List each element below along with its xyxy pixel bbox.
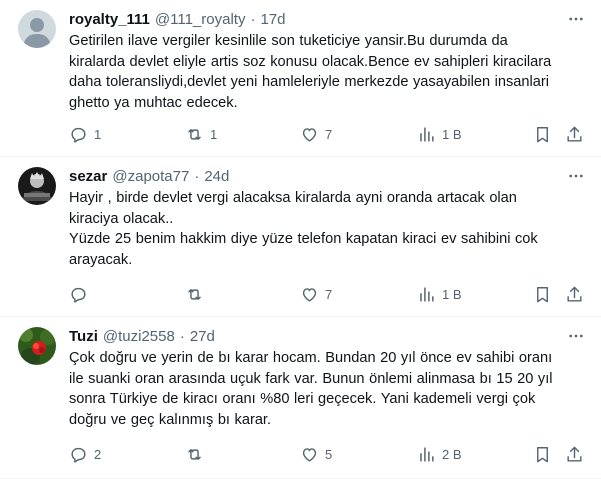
more-horizontal-icon <box>569 17 583 21</box>
user-handle[interactable]: @tuzi2558 <box>103 328 175 345</box>
tweet-actions: 7 1 B <box>69 284 585 304</box>
share-button[interactable] <box>565 285 584 304</box>
user-handle[interactable]: @111_royalty <box>155 11 246 28</box>
retweet-icon <box>188 448 201 460</box>
retweet-icon <box>188 128 201 140</box>
avatar[interactable] <box>18 327 56 365</box>
bookmark-button[interactable] <box>533 285 552 304</box>
more-options-button[interactable] <box>567 10 585 28</box>
reply-button[interactable]: 2 <box>69 445 101 464</box>
tweet-header: sezar @zapota77 · 24d <box>69 166 585 186</box>
views-count: 1 B <box>442 126 462 142</box>
like-button[interactable]: 7 <box>300 125 332 144</box>
share-button[interactable] <box>565 125 584 144</box>
share-icon <box>567 286 582 302</box>
tweet-actions: 1 1 7 1 B <box>69 124 585 144</box>
tweet-header: Tuzi @tuzi2558 · 27d <box>69 326 585 346</box>
retweet-icon <box>188 288 201 300</box>
display-name[interactable]: sezar <box>69 168 107 185</box>
share-icon <box>567 446 582 462</box>
reply-count: 1 <box>94 126 102 142</box>
reply-button[interactable] <box>69 285 94 304</box>
views-chart-icon <box>420 446 434 462</box>
reply-icon <box>71 127 86 143</box>
bookmark-icon <box>537 126 548 142</box>
separator-dot: · <box>250 10 256 28</box>
bookmark-button[interactable] <box>533 445 552 464</box>
views-button[interactable]: 1 B <box>417 285 462 304</box>
more-horizontal-icon <box>569 334 583 338</box>
bookmark-button[interactable] <box>533 125 552 144</box>
views-count: 2 B <box>442 446 462 462</box>
like-count: 7 <box>325 126 333 142</box>
timestamp[interactable]: 24d <box>204 168 229 185</box>
tweet-actions: 2 5 2 B <box>69 444 585 464</box>
more-horizontal-icon <box>569 174 583 178</box>
separator-dot: · <box>179 327 185 345</box>
more-options-button[interactable] <box>567 327 585 345</box>
views-button[interactable]: 1 B <box>417 125 462 144</box>
retweet-button[interactable] <box>185 285 210 304</box>
tweet-text: Çok doğru ve yerin de bı karar hocam. Bu… <box>69 350 553 428</box>
reply-count: 2 <box>94 446 102 462</box>
tweet-text: Getirilen ilave vergiler kesinlile son t… <box>69 33 552 111</box>
like-button[interactable]: 7 <box>300 285 332 304</box>
like-button[interactable]: 5 <box>300 445 332 464</box>
tweet-header: royalty_111 @111_royalty · 17d <box>69 9 585 29</box>
display-name[interactable]: royalty_111 <box>69 11 150 28</box>
timestamp[interactable]: 27d <box>190 328 215 345</box>
avatar[interactable] <box>18 10 56 48</box>
reply-button[interactable]: 1 <box>69 125 101 144</box>
reply-icon <box>71 447 86 463</box>
tweet-text: Hayir , birde devlet vergi alacaksa kira… <box>69 190 538 268</box>
more-options-button[interactable] <box>567 167 585 185</box>
separator-dot: · <box>194 167 200 185</box>
tweet-content: Tuzi @tuzi2558 · 27d Çok doğru ve yerin … <box>69 326 585 430</box>
heart-icon <box>302 287 317 302</box>
retweet-button[interactable]: 1 <box>185 125 217 144</box>
views-chart-icon <box>420 286 434 302</box>
share-button[interactable] <box>565 445 584 464</box>
timestamp[interactable]: 17d <box>260 11 285 28</box>
views-chart-icon <box>420 126 434 142</box>
user-handle[interactable]: @zapota77 <box>112 168 189 185</box>
bookmark-icon <box>537 286 548 302</box>
like-count: 5 <box>325 446 333 462</box>
retweet-count: 1 <box>210 126 218 142</box>
retweet-button[interactable] <box>185 445 210 464</box>
avatar[interactable] <box>18 167 56 205</box>
tweet-content: sezar @zapota77 · 24d Hayir , birde devl… <box>69 166 585 270</box>
heart-icon <box>302 447 317 462</box>
views-button[interactable]: 2 B <box>417 445 462 464</box>
reply-icon <box>71 287 86 303</box>
tweet[interactable]: royalty_111 @111_royalty · 17d Getirilen… <box>0 0 601 157</box>
share-icon <box>567 126 582 142</box>
bookmark-icon <box>537 446 548 462</box>
reply-feed: royalty_111 @111_royalty · 17d Getirilen… <box>0 0 601 479</box>
tweet-content: royalty_111 @111_royalty · 17d Getirilen… <box>69 9 585 113</box>
display-name[interactable]: Tuzi <box>69 328 98 345</box>
like-count: 7 <box>325 286 333 302</box>
views-count: 1 B <box>442 286 462 302</box>
heart-icon <box>302 127 317 142</box>
